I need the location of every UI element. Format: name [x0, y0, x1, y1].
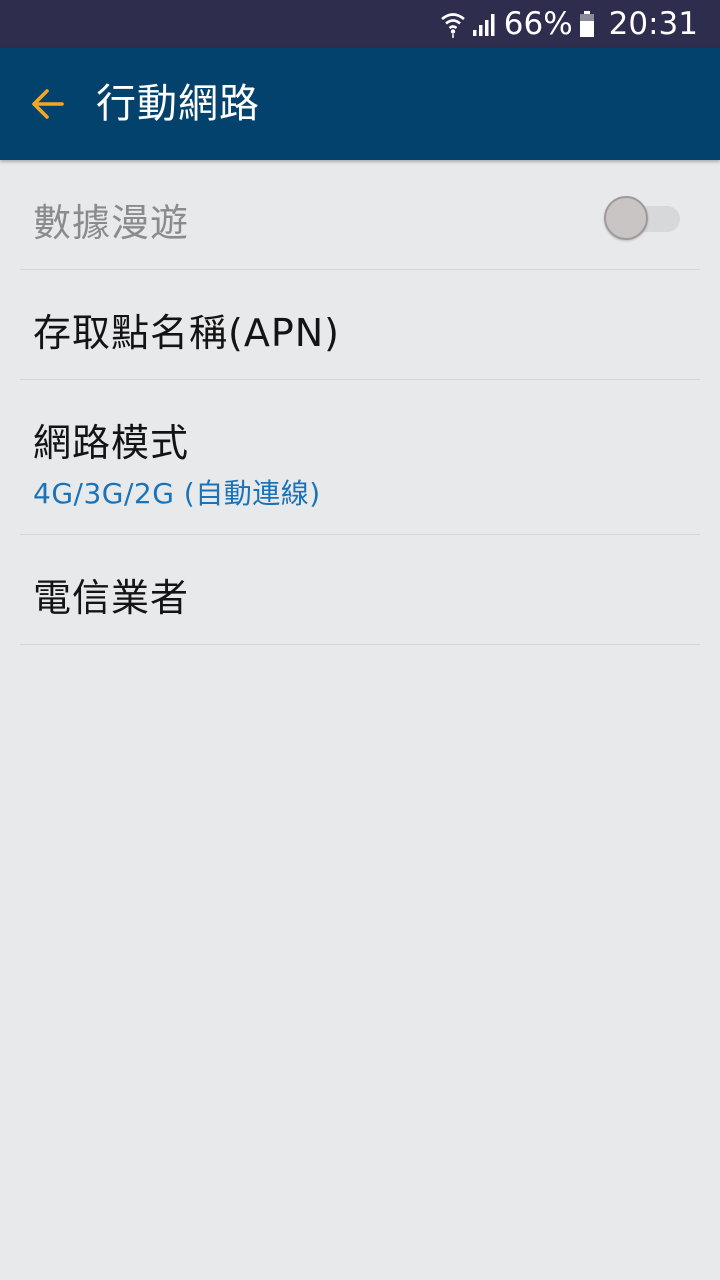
- data-roaming-label: 數據漫遊: [33, 201, 190, 245]
- data-roaming-row: 數據漫遊: [20, 160, 700, 270]
- clock: 20:31: [608, 6, 698, 42]
- page-title: 行動網路: [96, 81, 260, 127]
- data-roaming-toggle: [604, 196, 682, 240]
- network-mode-value: 4G/3G/2G (自動連線): [33, 477, 321, 510]
- apn-label: 存取點名稱(APN): [33, 311, 340, 355]
- arrow-left-icon: [30, 86, 66, 122]
- network-mode-label: 網路模式: [33, 421, 190, 465]
- network-mode-row[interactable]: 網路模式 4G/3G/2G (自動連線): [20, 380, 700, 535]
- back-button[interactable]: [20, 76, 76, 132]
- app-bar: 行動網路: [0, 48, 720, 160]
- battery-icon: [579, 10, 595, 38]
- wifi-icon: [440, 9, 466, 39]
- toggle-thumb: [604, 196, 648, 240]
- carrier-label: 電信業者: [33, 576, 190, 620]
- apn-row[interactable]: 存取點名稱(APN): [20, 270, 700, 380]
- settings-list: 數據漫遊 存取點名稱(APN) 網路模式 4G/3G/2G (自動連線) 電信業…: [20, 160, 700, 645]
- battery-percent: 66%: [503, 6, 573, 42]
- carrier-row[interactable]: 電信業者: [20, 535, 700, 645]
- status-icons: 66% 20:31: [440, 0, 698, 48]
- status-bar: 66% 20:31: [0, 0, 720, 48]
- signal-icon: [472, 11, 498, 37]
